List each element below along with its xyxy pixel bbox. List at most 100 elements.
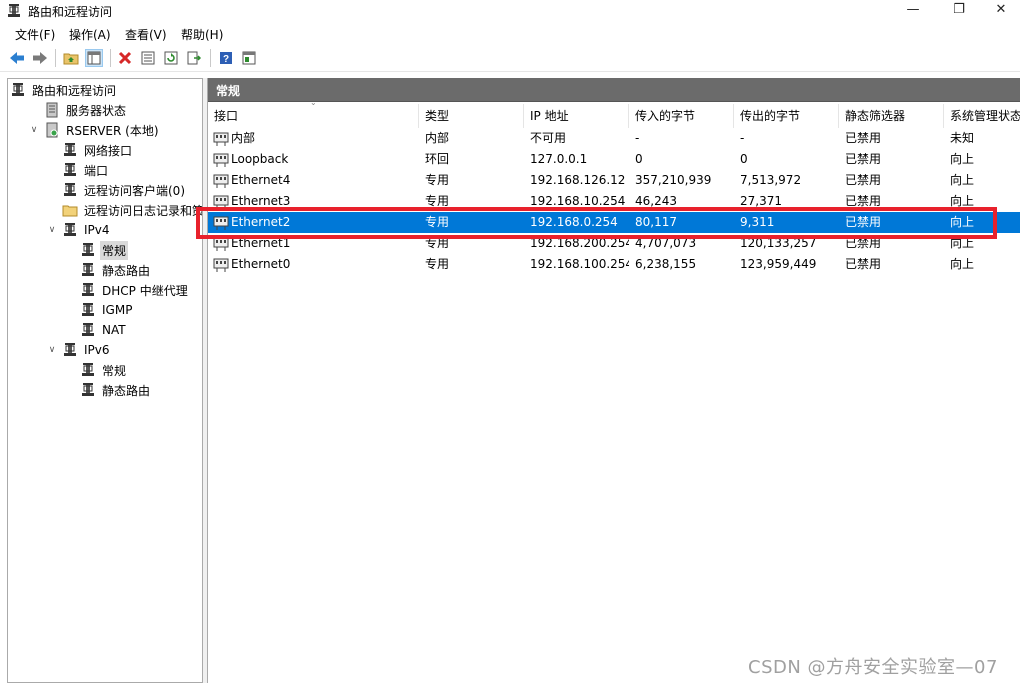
tree-node[interactable]: 静态路由 (64, 260, 152, 280)
folder-icon (62, 202, 78, 218)
table-cell: 已禁用 (845, 236, 882, 250)
table-cell: 0 (635, 152, 643, 166)
table-row[interactable]: Ethernet1 专用 192.168.200.254 4,707,073 120,1… (208, 233, 1020, 254)
tree-node[interactable]: 路由和远程访问 (10, 80, 118, 100)
table-cell: Loopback (208, 149, 419, 170)
help-icon[interactable]: ? (217, 49, 235, 67)
table-cell: 9,311 (740, 215, 775, 229)
menu-help[interactable]: 帮助(H) (181, 26, 223, 43)
column-header[interactable]: 类型 (419, 104, 524, 128)
tree-node[interactable]: NAT (64, 320, 128, 340)
forward-icon[interactable] (31, 49, 49, 67)
tree-node[interactable]: 常规 (64, 240, 129, 260)
table-cell: 80,117 (635, 215, 677, 229)
refresh-icon[interactable] (162, 49, 180, 67)
router-icon (80, 262, 96, 278)
interface-icon (213, 173, 229, 189)
server-status-icon (44, 102, 60, 118)
tree-node[interactable]: 常规 (64, 360, 128, 380)
expand-chevron-icon[interactable]: ∨ (46, 225, 58, 235)
tree-node-label: 网络接口 (84, 143, 133, 158)
column-header[interactable]: IP 地址 (524, 104, 629, 128)
table-cell: 已禁用 (845, 152, 882, 166)
menu-file[interactable]: 文件(F) (15, 26, 55, 43)
column-header[interactable]: 接口 (208, 104, 419, 128)
back-icon[interactable] (8, 49, 26, 67)
tree-node-label: 常规 (100, 240, 129, 260)
menu-action[interactable]: 操作(A) (69, 26, 111, 43)
properties-icon[interactable] (139, 49, 157, 67)
minimize-button[interactable]: — (890, 0, 936, 22)
maximize-button[interactable]: ❐ (936, 0, 982, 22)
table-cell: 4,707,073 (635, 236, 697, 250)
tree-node[interactable]: 远程访问日志记录和策略 (46, 200, 203, 220)
tree-node[interactable]: 端口 (46, 160, 110, 180)
toolbar-separator (110, 49, 111, 67)
tree-node[interactable]: IGMP (64, 300, 134, 320)
router-icon (62, 162, 78, 178)
close-button[interactable]: ✕ (982, 0, 1020, 22)
tree-node[interactable]: ∨ IPv4 (46, 220, 112, 240)
table-cell: 环回 (425, 152, 450, 166)
table-row[interactable]: Ethernet2 专用 192.168.0.254 80,117 9,311 已禁用 向上 (208, 212, 1020, 233)
table-cell: 已禁用 (845, 215, 882, 229)
interface-name: 内部 (231, 131, 256, 145)
table-cell: 向上 (950, 173, 975, 187)
toolbar-separator (210, 49, 211, 67)
table-cell: 已禁用 (845, 194, 882, 208)
show-hide-tree-icon[interactable] (85, 49, 103, 67)
tree-node-label: NAT (102, 323, 126, 337)
menu-view[interactable]: 查看(V) (125, 26, 167, 43)
expand-chevron-icon[interactable]: ∨ (46, 345, 58, 355)
tree-node-label: RSERVER (本地) (66, 123, 159, 138)
column-header[interactable]: 传入的字节 (629, 104, 734, 128)
tree-node[interactable]: 静态路由 (64, 380, 152, 400)
table-cell: 192.168.100.254 (530, 257, 629, 271)
table-row[interactable]: Ethernet0 专用 192.168.100.254 6,238,155 123,9… (208, 254, 1020, 275)
tree-node-label: 远程访问日志记录和策略 (84, 203, 203, 218)
table-cell: 专用 (425, 236, 450, 250)
table-cell: - (740, 131, 745, 145)
table-cell: 未知 (950, 131, 975, 145)
expand-chevron-icon[interactable]: ∨ (28, 125, 40, 135)
tree-node[interactable]: DHCP 中继代理 (64, 280, 190, 300)
table-row[interactable]: Ethernet4 专用 192.168.126.12 357,210,939 7,51… (208, 170, 1020, 191)
interface-name: Ethernet1 (231, 236, 291, 250)
table-cell: 0 (740, 152, 748, 166)
interface-icon (213, 194, 229, 210)
toolbar: ? (0, 44, 1020, 72)
router-icon (62, 222, 78, 238)
router-icon (62, 182, 78, 198)
tree-node[interactable]: 服务器状态 (28, 100, 128, 120)
router-icon (6, 3, 22, 22)
table-cell: Ethernet4 (208, 170, 419, 191)
table-cell: Ethernet1 (208, 233, 419, 254)
column-header[interactable]: 传出的字节 (734, 104, 839, 128)
column-header[interactable]: 静态筛选器 (839, 104, 944, 128)
export-list-icon[interactable] (185, 49, 203, 67)
table-row[interactable]: 内部 内部 不可用 - - 已禁用 未知 (208, 128, 1020, 149)
table-cell: 已禁用 (845, 257, 882, 271)
console-icon[interactable] (240, 49, 258, 67)
table-cell: 向上 (950, 236, 975, 250)
table-row[interactable]: Loopback 环回 127.0.0.1 0 0 已禁用 向上 (208, 149, 1020, 170)
window-title: 路由和远程访问 (28, 5, 113, 19)
interface-name: Ethernet0 (231, 257, 291, 271)
tree-node[interactable]: ∨ IPv6 (46, 340, 112, 360)
table-cell: Ethernet0 (208, 254, 419, 275)
interface-name: Ethernet4 (231, 173, 291, 187)
delete-icon[interactable] (116, 49, 134, 67)
pane-title: 常规 (216, 84, 241, 98)
table-cell: 内部 (208, 128, 419, 149)
console-tree: 路由和远程访问 服务器状态 ∨ RSERVER (本地) 网络接口端口 远程访问客户端(0… (7, 78, 203, 683)
interface-name: Loopback (231, 152, 289, 166)
column-header[interactable]: 系统管理状态 (944, 104, 1020, 128)
server-icon (44, 122, 60, 138)
up-folder-icon[interactable] (62, 49, 80, 67)
interface-name: Ethernet3 (231, 194, 291, 208)
table-row[interactable]: Ethernet3 专用 192.168.10.254 46,243 27,371 已禁用… (208, 191, 1020, 212)
tree-node-label: 常规 (102, 363, 127, 378)
tree-node[interactable]: 远程访问客户端(0) (46, 180, 187, 200)
tree-node[interactable]: ∨ RSERVER (本地) (28, 120, 161, 140)
tree-node[interactable]: 网络接口 (46, 140, 134, 160)
